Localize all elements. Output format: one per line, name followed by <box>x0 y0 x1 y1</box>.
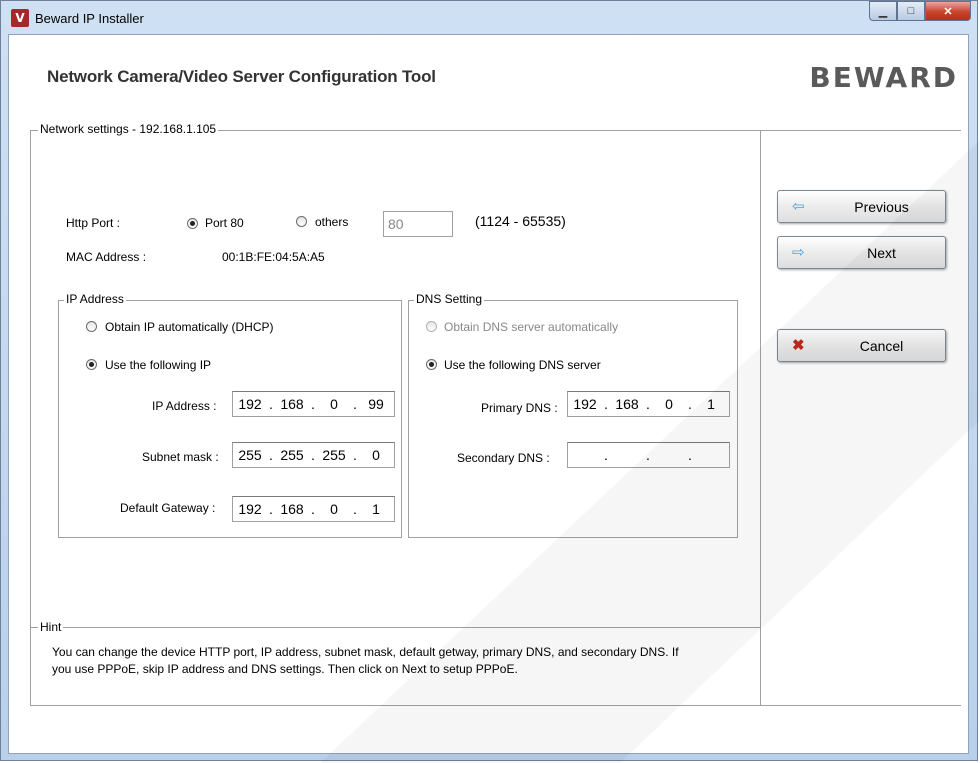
close-icon[interactable]: ✕ <box>925 1 971 21</box>
maximize-icon[interactable]: □ <box>897 1 925 21</box>
ip-address-legend: IP Address <box>64 292 126 306</box>
ip-address-input[interactable]: 192. 168. 0. 99 <box>232 391 395 417</box>
secondary-dns-octet-3 <box>652 443 686 467</box>
cancel-button-label: Cancel <box>859 338 904 354</box>
subnet-mask-label: Subnet mask : <box>142 450 219 464</box>
dns-manual-label: Use the following DNS server <box>444 358 601 372</box>
mac-address-label: MAC Address : <box>66 250 147 264</box>
http-port-label: Http Port : <box>66 216 121 230</box>
default-gateway-input[interactable]: 192. 168. 0. 1 <box>232 496 395 522</box>
header-title: Network Camera/Video Server Configuratio… <box>47 67 436 86</box>
hint-divider <box>30 627 761 628</box>
port80-label: Port 80 <box>205 216 244 230</box>
arrow-left-icon: ⇦ <box>792 198 805 215</box>
gateway-octet-1: 192 <box>238 501 262 517</box>
mac-address-value: 00:1B:FE:04:5A:A5 <box>222 250 325 264</box>
hint-legend: Hint <box>38 620 64 634</box>
previous-button-label: Previous <box>854 199 909 215</box>
dns-setting-group <box>408 300 738 538</box>
beward-logo: BEWARD <box>809 61 958 94</box>
secondary-dns-input[interactable]: . . . <box>567 442 730 468</box>
hint-text-line-1: You can change the device HTTP port, IP … <box>52 645 679 659</box>
window-controls: ▁ □ ✕ <box>869 1 971 21</box>
subnet-octet-4: 0 <box>372 447 380 463</box>
dns-manual-radio[interactable] <box>426 359 437 370</box>
secondary-dns-octet-4 <box>694 443 728 467</box>
dns-auto-label: Obtain DNS server automatically <box>444 320 619 334</box>
dns-auto-radio[interactable] <box>426 321 437 332</box>
window-title: Beward IP Installer <box>35 11 144 26</box>
secondary-dns-octet-2 <box>610 443 644 467</box>
ip-octet-4: 99 <box>368 396 384 412</box>
subnet-octet-2: 255 <box>280 447 304 463</box>
minimize-icon[interactable]: ▁ <box>869 1 897 21</box>
secondary-dns-label: Secondary DNS : <box>457 451 550 465</box>
gateway-octet-3: 0 <box>330 501 338 517</box>
ip-octet-3: 0 <box>330 396 338 412</box>
primary-dns-octet-2: 168 <box>615 396 639 412</box>
secondary-dns-octet-1 <box>568 443 602 467</box>
subnet-octet-1: 255 <box>238 447 262 463</box>
static-ip-radio[interactable] <box>86 359 97 370</box>
title-bar[interactable]: V Beward IP Installer ▁ □ ✕ <box>1 1 977 35</box>
cancel-button[interactable]: ✖ Cancel <box>777 329 946 362</box>
others-radio[interactable] <box>296 216 307 227</box>
primary-dns-octet-3: 0 <box>665 396 673 412</box>
http-port-input[interactable]: 80 <box>383 211 453 237</box>
static-ip-label: Use the following IP <box>105 358 212 372</box>
port-range-label: (1124 - 65535) <box>475 213 566 229</box>
next-button-label: Next <box>867 245 896 261</box>
primary-dns-octet-4: 1 <box>707 396 715 412</box>
subnet-octet-3: 255 <box>322 447 346 463</box>
dhcp-radio[interactable] <box>86 321 97 332</box>
ip-address-label: IP Address : <box>152 399 217 413</box>
default-gateway-label: Default Gateway : <box>120 501 216 515</box>
beward-app-icon: V <box>11 9 29 27</box>
gateway-octet-4: 1 <box>372 501 380 517</box>
header: Network Camera/Video Server Configuratio… <box>9 35 968 117</box>
previous-button[interactable]: ⇦ Previous <box>777 190 946 223</box>
primary-dns-label: Primary DNS : <box>481 401 558 415</box>
next-button[interactable]: ⇨ Next <box>777 236 946 269</box>
subnet-mask-input[interactable]: 255. 255. 255. 0 <box>232 442 395 468</box>
dhcp-label: Obtain IP automatically (DHCP) <box>105 320 274 334</box>
ip-octet-1: 192 <box>238 396 262 412</box>
hint-text-line-2: you use PPPoE, skip IP address and DNS s… <box>52 662 518 676</box>
arrow-right-icon: ⇨ <box>792 244 805 261</box>
cancel-icon: ✖ <box>792 337 805 354</box>
primary-dns-input[interactable]: 192. 168. 0. 1 <box>567 391 730 417</box>
port80-radio[interactable] <box>187 218 198 229</box>
primary-dns-octet-1: 192 <box>573 396 597 412</box>
gateway-octet-2: 168 <box>280 501 304 517</box>
ip-octet-2: 168 <box>280 396 304 412</box>
others-label: others <box>315 215 349 229</box>
network-settings-legend: Network settings - 192.168.1.105 <box>38 122 219 136</box>
dns-setting-legend: DNS Setting <box>414 292 485 306</box>
